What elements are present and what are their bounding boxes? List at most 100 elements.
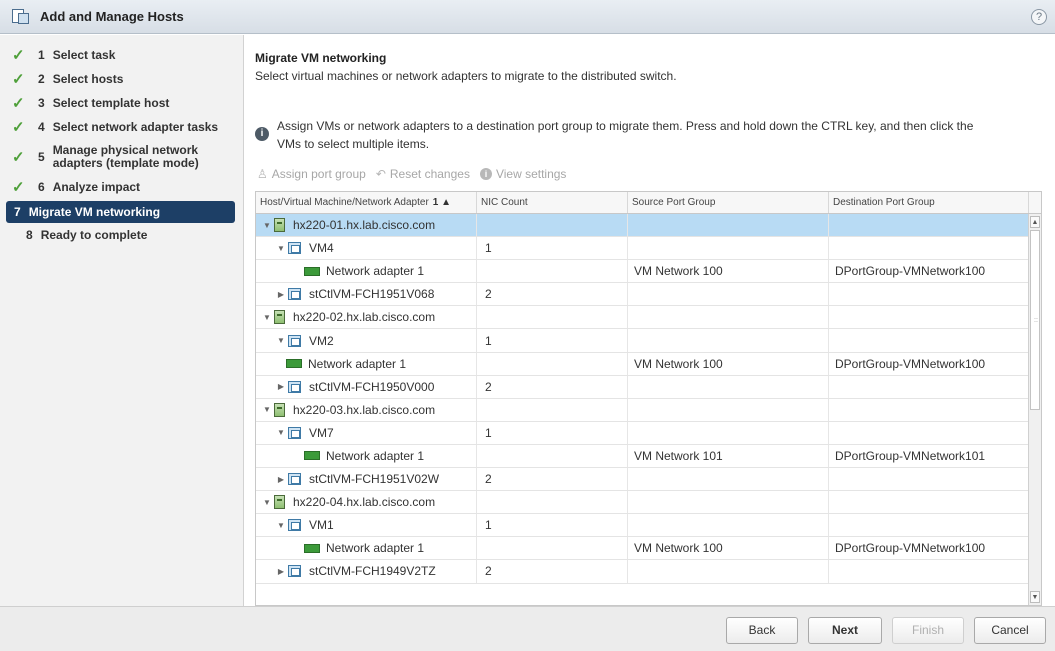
cell-destination-port-group[interactable] <box>829 514 1029 537</box>
step-select-network-adapter-tasks[interactable]: ✓ 4 Select network adapter tasks <box>0 115 243 139</box>
expand-arrow-icon[interactable]: ▶ <box>276 475 286 484</box>
host-icon <box>274 402 285 417</box>
cell-destination-port-group[interactable] <box>829 421 1029 444</box>
cell-source-port-group <box>628 283 829 306</box>
cancel-button[interactable]: Cancel <box>974 617 1046 644</box>
scroll-up-icon[interactable]: ▲ <box>1030 216 1040 228</box>
check-icon: ✓ <box>12 119 25 136</box>
cell-destination-port-group[interactable]: DPortGroup-VMNetwork100 <box>829 537 1029 560</box>
column-header-nic-count[interactable]: NIC Count <box>477 192 628 213</box>
cell-destination-port-group[interactable] <box>829 491 1029 514</box>
expand-arrow-icon[interactable]: ▶ <box>276 290 286 299</box>
table-row[interactable]: Network adapter 1 VM Network 100 DPortGrou… <box>256 352 1029 376</box>
network-adapter-icon <box>286 359 302 369</box>
cell-destination-port-group[interactable]: DPortGroup-VMNetwork100 <box>829 260 1029 283</box>
table-row[interactable]: ▶ stCtlVM-FCH1949V2TZ 2 <box>256 560 1029 584</box>
collapse-arrow-icon[interactable]: ▼ <box>262 405 272 414</box>
step-ready-to-complete[interactable]: 8 Ready to complete <box>0 223 243 247</box>
scroll-down-icon[interactable]: ▼ <box>1030 591 1040 603</box>
collapse-arrow-icon[interactable]: ▼ <box>262 498 272 507</box>
host-icon <box>274 495 285 510</box>
cell-destination-port-group[interactable] <box>829 214 1029 237</box>
cell-destination-port-group[interactable]: DPortGroup-VMNetwork101 <box>829 444 1029 468</box>
collapse-arrow-icon[interactable]: ▼ <box>276 336 286 345</box>
step-select-hosts[interactable]: ✓ 2 Select hosts <box>0 67 243 91</box>
next-button[interactable]: Next <box>808 617 882 644</box>
cell-source-port-group: VM Network 100 <box>628 352 829 375</box>
collapse-arrow-icon[interactable]: ▼ <box>262 221 272 230</box>
check-icon: ✓ <box>12 95 25 112</box>
row-name: Network adapter 1 <box>308 356 407 371</box>
table-row[interactable]: ▶ stCtlVM-FCH1950V000 2 <box>256 375 1029 399</box>
step-migrate-vm-networking[interactable]: 7 Migrate VM networking <box>6 201 235 223</box>
cell-destination-port-group[interactable] <box>829 329 1029 352</box>
cell-destination-port-group[interactable] <box>829 306 1029 329</box>
step-manage-physical-adapters[interactable]: ✓ 5 Manage physical network adapters (te… <box>0 139 243 175</box>
cell-destination-port-group[interactable] <box>829 283 1029 306</box>
collapse-arrow-icon[interactable]: ▼ <box>276 244 286 253</box>
cell-nic-count <box>477 214 628 237</box>
table-row[interactable]: Network adapter 1 VM Network 101 DPortGrou… <box>256 444 1029 469</box>
column-header-destination-port-group[interactable]: Destination Port Group <box>829 192 1029 213</box>
table-row[interactable]: ▼ VM1 1 <box>256 514 1029 538</box>
step-analyze-impact[interactable]: ✓ 6 Analyze impact <box>0 175 243 199</box>
expand-arrow-icon[interactable]: ▶ <box>276 567 286 576</box>
info-icon: i <box>255 127 269 141</box>
page-title: Migrate VM networking <box>255 51 387 65</box>
view-settings-button[interactable]: i View settings <box>479 167 566 181</box>
help-icon[interactable]: ? <box>1031 9 1047 25</box>
collapse-arrow-icon[interactable]: ▼ <box>276 521 286 530</box>
table-row[interactable]: ▼ VM7 1 <box>256 421 1029 445</box>
main-panel: Migrate VM networking Select virtual mac… <box>245 35 1055 606</box>
collapse-arrow-icon[interactable]: ▼ <box>276 428 286 437</box>
table-row[interactable]: ▼ VM2 1 <box>256 329 1029 353</box>
reset-changes-label: Reset changes <box>389 167 470 181</box>
table-row[interactable]: ▶ stCtlVM-FCH1951V02W 2 <box>256 468 1029 492</box>
cell-destination-port-group[interactable] <box>829 375 1029 398</box>
column-header-source-port-group[interactable]: Source Port Group <box>628 192 829 213</box>
cell-nic-count <box>477 537 628 560</box>
cell-nic-count <box>477 444 628 468</box>
table-row[interactable]: Network adapter 1 VM Network 100 DPortGrou… <box>256 537 1029 561</box>
collapse-arrow-icon[interactable]: ▼ <box>262 313 272 322</box>
step-label: Migrate VM networking <box>28 205 161 219</box>
step-number: 5 <box>38 150 45 164</box>
cell-destination-port-group[interactable] <box>829 237 1029 260</box>
cell-nic-count <box>477 260 628 283</box>
cell-nic-count <box>477 352 628 375</box>
step-select-task[interactable]: ✓ 1 Select task <box>0 43 243 67</box>
table-row[interactable]: ▼ hx220-02.hx.lab.cisco.com <box>256 306 1029 330</box>
scrollbar-thumb[interactable]: :: <box>1030 230 1040 410</box>
table-row[interactable]: ▼ hx220-01.hx.lab.cisco.com <box>256 214 1029 238</box>
cell-source-port-group <box>628 514 829 537</box>
cell-name: Network adapter 1 <box>256 444 477 468</box>
cell-name: Network adapter 1 <box>256 260 477 283</box>
column-header-name[interactable]: Host/Virtual Machine/Network Adapter 1 ▲ <box>256 192 477 213</box>
row-name: stCtlVM-FCH1949V2TZ <box>309 564 436 579</box>
table-row[interactable]: ▼ hx220-03.hx.lab.cisco.com <box>256 398 1029 422</box>
cell-destination-port-group[interactable]: DPortGroup-VMNetwork100 <box>829 352 1029 375</box>
cell-nic-count <box>477 491 628 514</box>
expand-arrow-icon[interactable]: ▶ <box>276 382 286 391</box>
table-row[interactable]: Network adapter 1 VM Network 100 DPortGrou… <box>256 260 1029 284</box>
reset-changes-button[interactable]: ↶ Reset changes <box>376 167 470 181</box>
step-label-line2: adapters (template mode) <box>52 156 199 170</box>
assign-port-group-button[interactable]: ♙ Assign port group <box>257 167 366 181</box>
window-title: Add and Manage Hosts <box>40 9 184 24</box>
back-button[interactable]: Back <box>726 617 798 644</box>
cell-source-port-group <box>628 398 829 421</box>
row-name: hx220-03.hx.lab.cisco.com <box>293 402 436 417</box>
host-icon <box>274 218 285 233</box>
cell-destination-port-group[interactable] <box>829 398 1029 421</box>
cell-destination-port-group[interactable] <box>829 468 1029 491</box>
step-number: 3 <box>38 96 45 110</box>
table-row[interactable]: ▼ VM4 1 <box>256 237 1029 261</box>
cell-nic-count: 2 <box>477 468 628 491</box>
table-row[interactable]: ▶ stCtlVM-FCH1951V068 2 <box>256 283 1029 307</box>
row-name: hx220-04.hx.lab.cisco.com <box>293 495 436 510</box>
vertical-scrollbar[interactable]: ▲ :: ▼ <box>1028 214 1041 605</box>
table-row[interactable]: ▼ hx220-04.hx.lab.cisco.com <box>256 491 1029 515</box>
step-select-template-host[interactable]: ✓ 3 Select template host <box>0 91 243 115</box>
cell-name: ▼ hx220-04.hx.lab.cisco.com <box>256 491 477 514</box>
cell-destination-port-group[interactable] <box>829 560 1029 583</box>
